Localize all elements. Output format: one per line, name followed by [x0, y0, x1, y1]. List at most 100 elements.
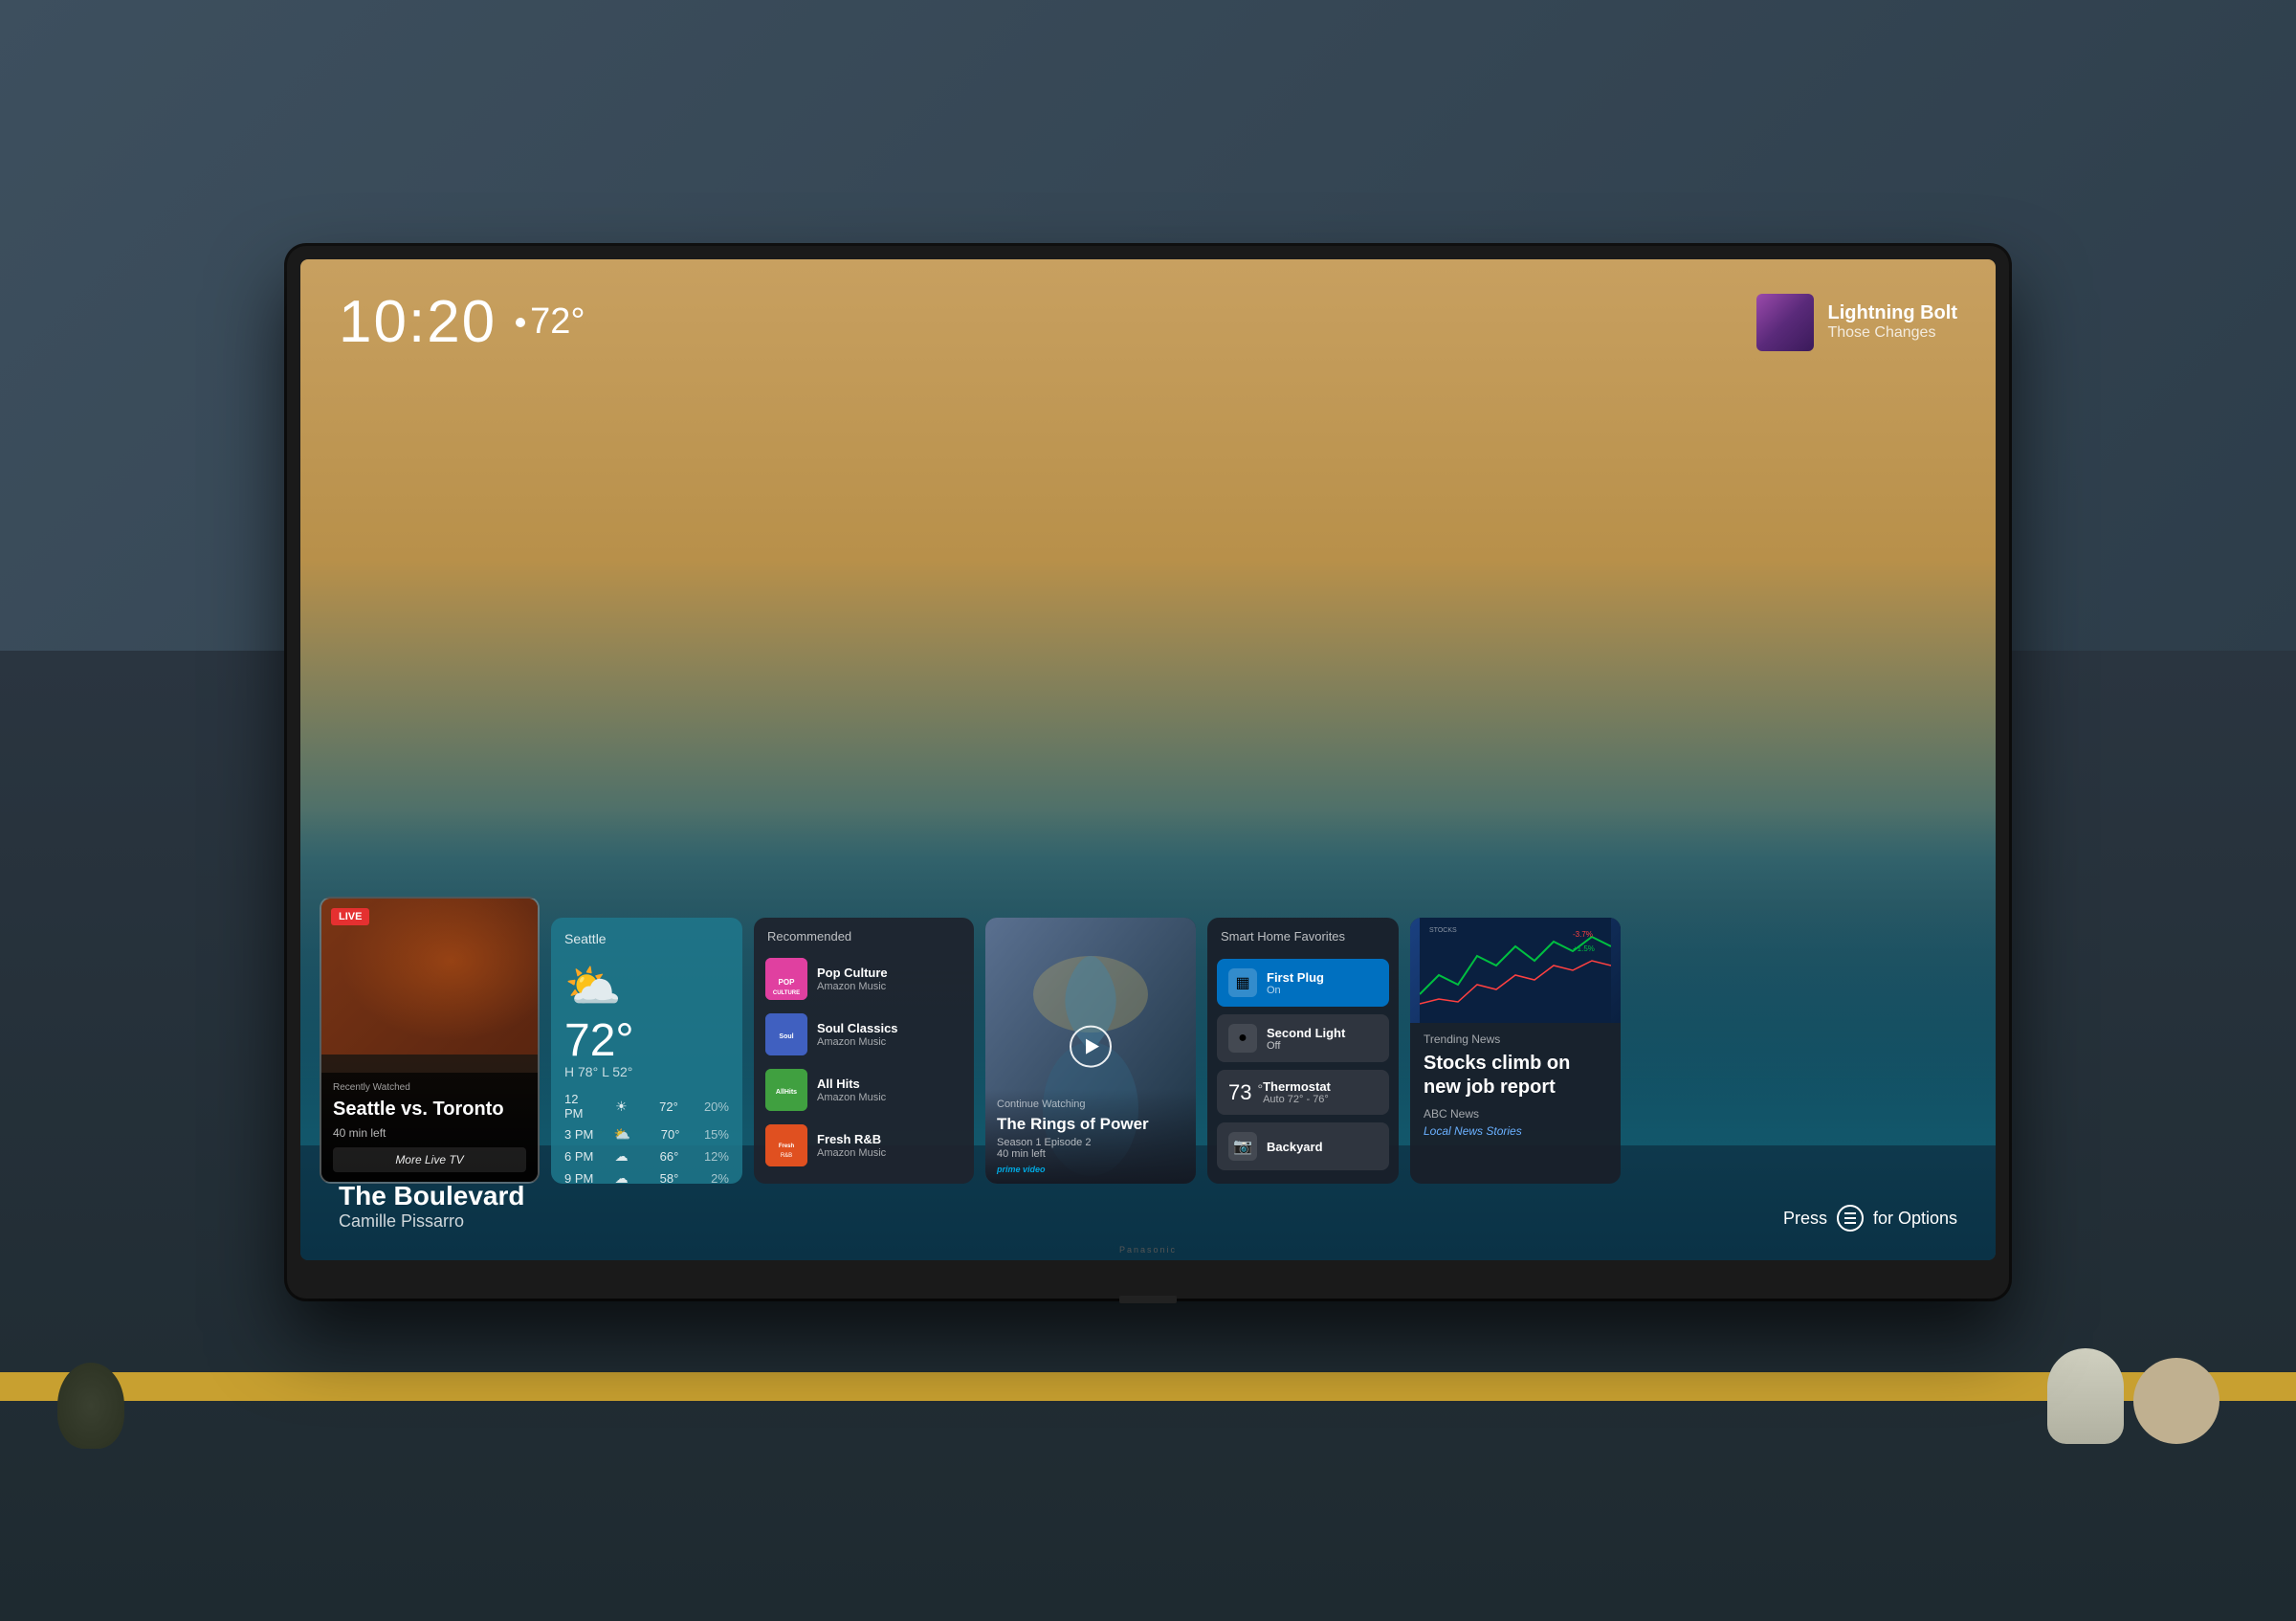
smart-home-item-thermostat[interactable]: 73 ° Thermostat Auto 72° - 76°	[1217, 1070, 1389, 1115]
rec-item-3[interactable]: Fresh R&B Fresh R&B Amazon Music	[754, 1118, 974, 1173]
tv-screen: 10:20 72° Lightning Bolt Those Changes	[300, 259, 1996, 1260]
prime-video-logo: prime video	[997, 1165, 1184, 1174]
weather-temp-1: 70°	[646, 1127, 679, 1142]
light-icon: ●	[1228, 1024, 1257, 1053]
weather-city: Seattle	[564, 931, 729, 946]
menu-line-1	[1844, 1212, 1856, 1214]
card-smart-home[interactable]: Smart Home Favorites ▦ First Plug On	[1207, 918, 1399, 1184]
rec-source-2: Amazon Music	[817, 1092, 962, 1103]
weather-low: L 52°	[602, 1064, 632, 1079]
recently-watched-label: Recently Watched	[333, 1082, 526, 1093]
trending-news-source: ABC News	[1424, 1107, 1607, 1121]
trending-news-content: Trending News Stocks climb on new job re…	[1410, 1023, 1621, 1147]
rec-thumb-0: POP CULTURE	[765, 958, 807, 1000]
weather-pct-1: 15%	[695, 1127, 729, 1142]
clock: 10:20	[339, 288, 497, 356]
card-recently-watched[interactable]: LIVE Recently Watched Seattle vs. Toront…	[320, 897, 540, 1184]
smart-home-item-second-light[interactable]: ● Second Light Off	[1217, 1014, 1389, 1062]
recently-watched-content: Recently Watched Seattle vs. Toronto 40 …	[321, 1073, 538, 1182]
live-badge: LIVE	[331, 908, 369, 925]
cards-row: LIVE Recently Watched Seattle vs. Toront…	[320, 897, 1976, 1184]
trending-news-headline: Stocks climb on new job report	[1424, 1052, 1607, 1099]
menu-icon	[1837, 1205, 1864, 1232]
weather-row-2: 6 PM ☁ 66° 12%	[564, 1145, 729, 1167]
thermostat-range: Auto 72° - 76°	[1263, 1094, 1378, 1105]
recently-watched-image: LIVE	[321, 899, 538, 1055]
sh-info-0: First Plug On	[1267, 970, 1324, 996]
rec-title-3: Fresh R&B	[817, 1132, 962, 1147]
svg-text:R&B: R&B	[781, 1153, 792, 1159]
rec-item-0[interactable]: POP CULTURE Pop Culture Amazon Music	[754, 951, 974, 1007]
recommended-header: Recommended	[754, 918, 974, 951]
svg-text:AllHits: AllHits	[776, 1089, 797, 1096]
svg-text:STOCKS: STOCKS	[1429, 927, 1457, 934]
now-playing[interactable]: Lightning Bolt Those Changes	[1756, 294, 1957, 351]
card-continue-watching[interactable]: Continue Watching The Rings of Power Sea…	[985, 918, 1196, 1184]
card-recommended[interactable]: Recommended POP CULTURE Pop Culture Amazo…	[754, 918, 974, 1184]
sh-info-1: Second Light Off	[1267, 1026, 1345, 1052]
play-button[interactable]	[1070, 1026, 1112, 1068]
brand-label: Panasonic	[1119, 1245, 1177, 1255]
weather-icon-2: ☁	[615, 1148, 629, 1165]
weather-time-0: 12 PM	[564, 1092, 598, 1121]
card-weather[interactable]: Seattle ⛅ 72° H 78° L 52° 12 PM ☀ 72°	[551, 918, 742, 1184]
weather-row-3: 9 PM ☁ 58° 2%	[564, 1167, 729, 1184]
thermostat-row: 73 ° Thermostat Auto 72° - 76°	[1228, 1079, 1378, 1105]
menu-line-3	[1844, 1222, 1856, 1224]
smart-home-item-backyard[interactable]: 📷 Backyard	[1217, 1122, 1389, 1170]
smart-home-item-first-plug[interactable]: ▦ First Plug On	[1217, 959, 1389, 1007]
local-news-stories-link[interactable]: Local News Stories	[1424, 1124, 1607, 1138]
temperature: 72°	[516, 301, 585, 343]
sh-row-3: 📷 Backyard	[1228, 1132, 1378, 1161]
shelf	[0, 1372, 2296, 1401]
decor-clock	[2133, 1358, 2219, 1444]
backyard-name: Backyard	[1267, 1140, 1323, 1154]
svg-text:POP: POP	[779, 978, 796, 987]
weather-temp-2: 66°	[645, 1149, 678, 1164]
weather-high-low: H 78° L 52°	[564, 1064, 729, 1079]
weather-icon-1: ⛅	[614, 1126, 630, 1143]
thermostat-temp: 73	[1228, 1080, 1251, 1105]
album-art	[1756, 294, 1814, 351]
options-label: for Options	[1873, 1209, 1957, 1229]
thermostat-name: Thermostat	[1263, 1079, 1378, 1094]
weather-time-3: 9 PM	[564, 1171, 598, 1184]
rec-title-0: Pop Culture	[817, 966, 962, 981]
rec-source-0: Amazon Music	[817, 981, 962, 992]
temp-value: 72°	[530, 301, 585, 343]
rec-info-3: Fresh R&B Amazon Music	[817, 1132, 962, 1159]
continue-watching-episode: Season 1 Episode 2	[997, 1137, 1184, 1148]
rec-source-3: Amazon Music	[817, 1147, 962, 1159]
rec-thumb-2: AllHits	[765, 1069, 807, 1111]
weather-temp-3: 58°	[645, 1171, 678, 1184]
weather-temp-large: 72°	[564, 1018, 729, 1064]
tv-stand	[1119, 1296, 1177, 1303]
first-plug-status: On	[1267, 985, 1324, 996]
play-icon	[1086, 1039, 1099, 1055]
weather-icon-large: ⛅	[564, 959, 729, 1013]
first-plug-name: First Plug	[1267, 970, 1324, 985]
rec-title-2: All Hits	[817, 1077, 962, 1092]
weather-dot-icon	[516, 318, 525, 327]
recently-watched-title: Seattle vs. Toronto	[333, 1098, 526, 1121]
rec-item-2[interactable]: AllHits All Hits Amazon Music	[754, 1062, 974, 1118]
decor-plant	[57, 1363, 124, 1449]
trending-news-image: -3.7% +1.5% STOCKS	[1410, 918, 1621, 1023]
sh-info-3: Backyard	[1267, 1140, 1323, 1154]
song-title: Lightning Bolt	[1827, 302, 1957, 324]
continue-watching-label: Continue Watching	[997, 1099, 1184, 1110]
trending-news-label: Trending News	[1424, 1033, 1607, 1046]
weather-pct-0: 20%	[695, 1099, 729, 1114]
continue-watching-content: Continue Watching The Rings of Power Sea…	[985, 1089, 1196, 1184]
weather-time-2: 6 PM	[564, 1149, 598, 1164]
song-info: Lightning Bolt Those Changes	[1827, 302, 1957, 342]
svg-text:CULTURE: CULTURE	[773, 990, 800, 996]
second-light-name: Second Light	[1267, 1026, 1345, 1040]
svg-text:Fresh: Fresh	[779, 1144, 795, 1149]
rec-item-1[interactable]: Soul Soul Classics Amazon Music	[754, 1007, 974, 1062]
smart-home-header: Smart Home Favorites	[1207, 918, 1399, 951]
bottom-info: The Boulevard Camille Pissarro	[339, 1181, 524, 1232]
card-trending-news[interactable]: -3.7% +1.5% STOCKS Trending News Stocks …	[1410, 918, 1621, 1184]
more-live-tv-button[interactable]: More Live TV	[333, 1147, 526, 1172]
second-light-status: Off	[1267, 1040, 1345, 1052]
